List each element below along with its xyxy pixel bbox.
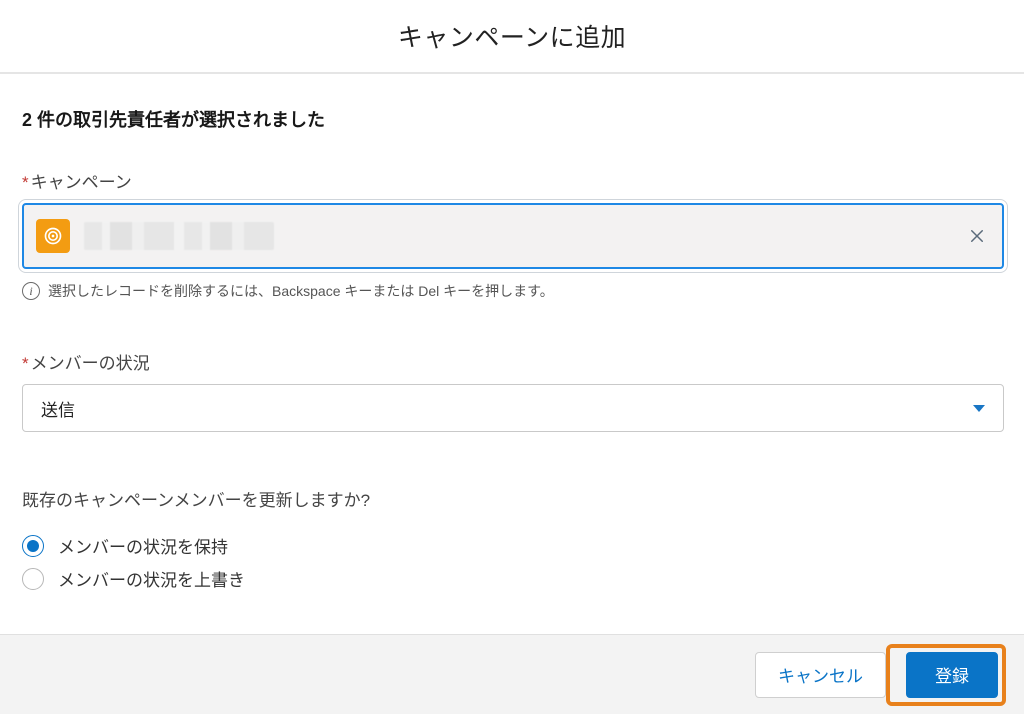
radio-label: メンバーの状況を保持 — [58, 533, 228, 558]
selection-count-text: 2 件の取引先責任者が選択されました — [22, 106, 1004, 132]
campaign-label-text: キャンペーン — [31, 173, 132, 192]
required-star-icon: * — [22, 173, 29, 192]
modal-body: 2 件の取引先責任者が選択されました *キャンペーン i 選択したレコードを削除… — [0, 74, 1024, 639]
radio-keep-status[interactable]: メンバーの状況を保持 — [22, 533, 1004, 558]
campaign-icon — [36, 219, 70, 253]
campaign-name-redacted — [84, 222, 274, 250]
radio-overwrite-status[interactable]: メンバーの状況を上書き — [22, 566, 1004, 591]
status-label-text: メンバーの状況 — [31, 354, 150, 373]
member-status-select[interactable]: 送信 — [22, 384, 1004, 432]
modal-footer: キャンセル 登録 — [0, 634, 1024, 714]
member-status-value: 送信 — [41, 396, 973, 421]
modal-header: キャンペーンに追加 — [0, 0, 1024, 74]
radio-icon — [22, 568, 44, 590]
delete-hint-row: i 選択したレコードを削除するには、Backspace キーまたは Del キー… — [22, 281, 1004, 301]
modal-title: キャンペーンに追加 — [398, 18, 626, 54]
required-star-icon: * — [22, 354, 29, 373]
campaign-lookup-input[interactable] — [22, 203, 1004, 269]
clear-selection-button[interactable] — [964, 223, 990, 249]
submit-highlight-frame: 登録 — [886, 644, 1006, 706]
info-icon: i — [22, 282, 40, 300]
campaign-field-label: *キャンペーン — [22, 168, 1004, 193]
submit-button[interactable]: 登録 — [906, 652, 998, 698]
cancel-button[interactable]: キャンセル — [755, 652, 886, 698]
chevron-down-icon — [973, 405, 985, 412]
campaign-selected-name — [84, 220, 964, 252]
update-question-text: 既存のキャンペーンメンバーを更新しますか? — [22, 486, 1004, 511]
radio-icon — [22, 535, 44, 557]
radio-label: メンバーの状況を上書き — [58, 566, 245, 591]
delete-hint-text: 選択したレコードを削除するには、Backspace キーまたは Del キーを押… — [48, 281, 554, 301]
status-field-label: *メンバーの状況 — [22, 349, 1004, 374]
